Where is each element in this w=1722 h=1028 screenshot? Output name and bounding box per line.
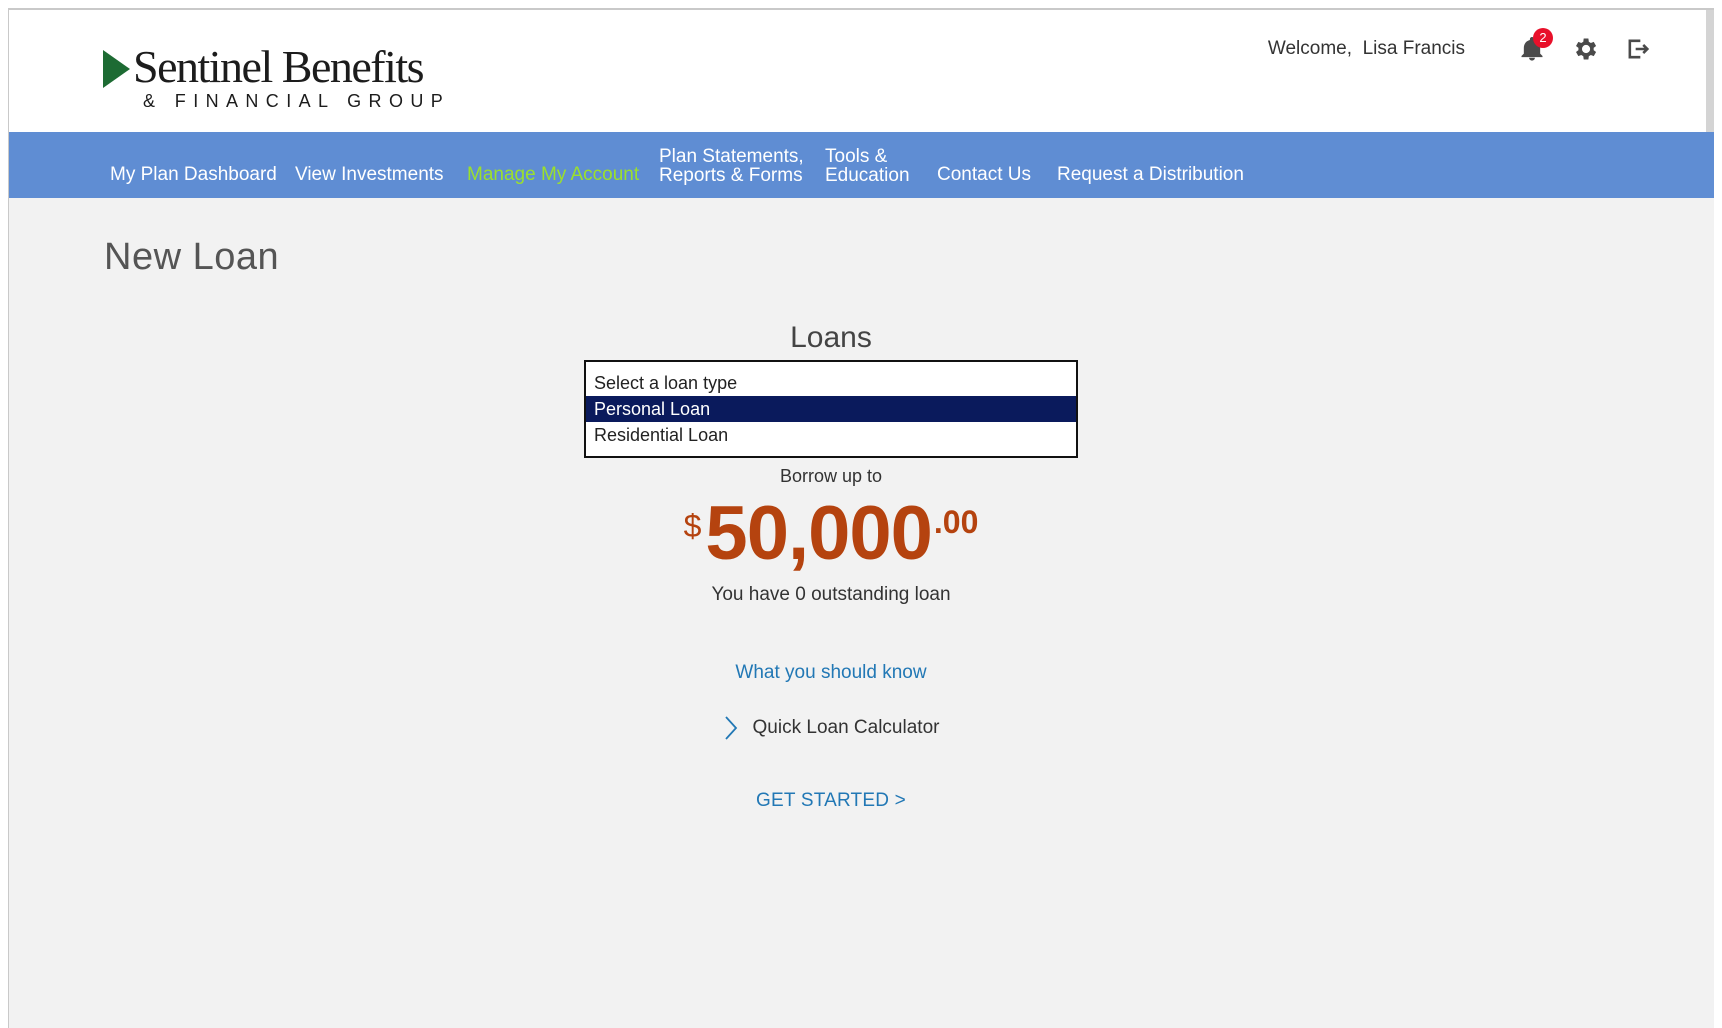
amount-currency: $ <box>683 508 702 544</box>
site-header: Sentinel Benefits & FINANCIAL GROUP Welc… <box>9 10 1714 198</box>
what-you-should-know-link[interactable]: What you should know <box>588 662 1074 684</box>
gear-icon <box>1576 38 1597 60</box>
main-nav: My Plan Dashboard View Investments Manag… <box>9 132 1714 198</box>
company-logo[interactable]: Sentinel Benefits & FINANCIAL GROUP <box>103 34 443 118</box>
amount-whole: 50,000 <box>705 491 932 576</box>
page-title: New Loan <box>104 236 280 278</box>
notifications-button[interactable]: 2 <box>1518 28 1553 63</box>
quick-loan-calculator-toggle[interactable]: Quick Loan Calculator <box>588 714 1074 742</box>
logout-button[interactable] <box>1624 35 1652 63</box>
borrow-label: Borrow up to <box>779 466 883 486</box>
loan-option-personal[interactable]: Personal Loan <box>586 396 1076 422</box>
loan-option-placeholder[interactable]: Select a loan type <box>586 370 1076 396</box>
nav-request-distribution[interactable]: Request a Distribution <box>1057 165 1244 184</box>
nav-tools-education[interactable]: Tools & Education <box>825 147 910 185</box>
nav-tools-line2: Education <box>825 165 910 186</box>
amount-cents: .00 <box>933 504 979 540</box>
nav-manage-my-account[interactable]: Manage My Account <box>467 165 639 184</box>
quick-loan-calculator-label: Quick Loan Calculator <box>752 717 940 738</box>
nav-plan-statements-line2: Reports & Forms <box>659 165 803 186</box>
logo-subtitle: & FINANCIAL GROUP <box>143 91 451 111</box>
user-name: Lisa Francis <box>1362 38 1465 59</box>
get-started-link[interactable]: GET STARTED > <box>588 790 1074 812</box>
welcome-text: Welcome, Lisa Francis <box>1268 38 1465 60</box>
welcome-label: Welcome, <box>1267 38 1353 59</box>
user-bar: Welcome, Lisa Francis 2 <box>1268 28 1652 64</box>
loan-panel: Loans Select a loan type Personal Loan R… <box>584 320 1078 812</box>
nav-tools-line1: Tools & <box>825 146 888 167</box>
outstanding-loans-text: You have 0 outstanding loan <box>711 584 951 605</box>
browser-viewport: Sentinel Benefits & FINANCIAL GROUP Welc… <box>8 8 1714 1028</box>
nav-my-plan-dashboard[interactable]: My Plan Dashboard <box>110 165 277 184</box>
loans-heading: Loans <box>790 321 872 354</box>
sign-out-icon <box>1628 39 1650 59</box>
nav-plan-statements-line1: Plan Statements, <box>659 146 804 167</box>
loan-option-residential[interactable]: Residential Loan <box>586 422 1076 448</box>
logo-name: Sentinel Benefits <box>133 41 425 92</box>
logo-triangle-icon <box>103 50 130 88</box>
chevron-right-icon <box>724 716 737 740</box>
nav-plan-statements[interactable]: Plan Statements, Reports & Forms <box>659 147 804 185</box>
notification-badge: 2 <box>1533 28 1553 48</box>
settings-button[interactable] <box>1571 35 1599 63</box>
loan-amount: $ 50,000 .00 <box>588 494 1074 574</box>
loan-type-select[interactable]: Select a loan type Personal Loan Residen… <box>584 360 1078 458</box>
nav-view-investments[interactable]: View Investments <box>295 165 444 184</box>
nav-contact-us[interactable]: Contact Us <box>937 165 1031 184</box>
